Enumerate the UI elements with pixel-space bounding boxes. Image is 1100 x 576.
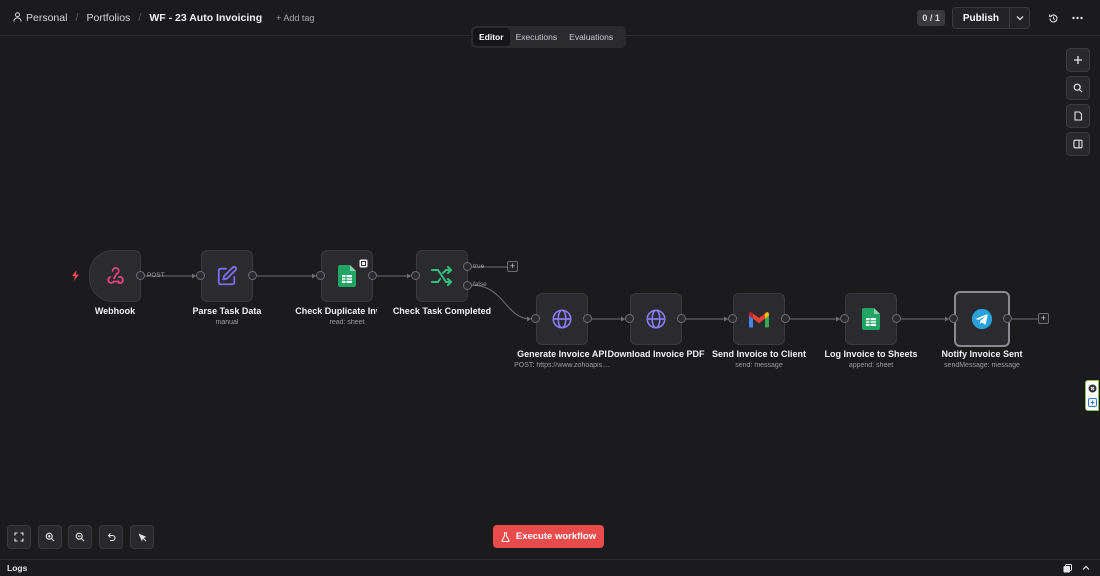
version-counter: 0 / 1 xyxy=(917,10,945,26)
chevron-down-icon xyxy=(1016,16,1023,21)
add-node-true-branch-button[interactable]: + xyxy=(507,261,518,272)
zoom-in-button[interactable] xyxy=(38,525,62,549)
user-icon xyxy=(13,11,22,22)
output-port[interactable] xyxy=(892,314,901,323)
logs-label: Logs xyxy=(7,563,28,573)
undo-button[interactable] xyxy=(99,525,123,549)
more-options-button[interactable] xyxy=(1066,7,1088,29)
node-subtitle: read: sheet xyxy=(329,319,365,326)
output-port[interactable] xyxy=(248,271,257,280)
node-webhook[interactable] xyxy=(89,250,141,302)
globe-icon xyxy=(552,309,572,329)
node-check-task-completed[interactable] xyxy=(416,250,468,302)
edge-label-true: true xyxy=(473,263,485,270)
output-port[interactable] xyxy=(677,314,686,323)
output-port[interactable] xyxy=(583,314,592,323)
history-icon xyxy=(1048,13,1057,22)
node-badge-icon xyxy=(359,255,368,268)
history-button[interactable] xyxy=(1042,7,1064,29)
publish-dropdown-button[interactable] xyxy=(1009,8,1029,28)
fit-view-icon xyxy=(14,532,24,542)
if-branch-icon xyxy=(431,266,452,286)
breadcrumb-portfolios[interactable]: Portfolios xyxy=(87,12,131,24)
node-parse-task-data[interactable] xyxy=(201,250,253,302)
node-label: Send Invoice to Client xyxy=(711,349,806,359)
output-port[interactable] xyxy=(368,271,377,280)
breadcrumb-separator: / xyxy=(138,11,142,24)
node-notify-invoice-sent[interactable] xyxy=(954,291,1010,347)
node-log-invoice-to-sheets[interactable] xyxy=(845,293,897,345)
output-port-false[interactable] xyxy=(463,281,472,290)
google-sheets-icon xyxy=(338,265,356,287)
execute-workflow-button[interactable]: Execute workflow xyxy=(493,525,604,548)
breadcrumb-separator: / xyxy=(75,11,79,24)
node-download-invoice-pdf[interactable] xyxy=(630,293,682,345)
node-label: Parse Task Data xyxy=(192,306,262,316)
workflow-name[interactable]: WF - 23 Auto Invoicing xyxy=(149,12,262,24)
node-send-invoice-to-client[interactable] xyxy=(733,293,785,345)
node-label: Notify Invoice Sent xyxy=(941,349,1023,359)
zoom-out-icon xyxy=(75,532,85,542)
logs-panel-bar[interactable]: Logs xyxy=(0,559,1100,576)
input-port[interactable] xyxy=(949,314,958,323)
add-tag-button[interactable]: + Add tag xyxy=(276,13,314,23)
input-port[interactable] xyxy=(625,314,634,323)
node-generate-invoice-api[interactable] xyxy=(536,293,588,345)
input-port[interactable] xyxy=(840,314,849,323)
publish-button[interactable]: Publish xyxy=(952,8,1009,28)
edge-label-post: POST xyxy=(147,272,165,279)
cursor-icon xyxy=(138,533,146,541)
node-label: Webhook xyxy=(94,306,136,316)
zoom-in-icon xyxy=(45,532,55,542)
gmail-icon xyxy=(749,311,769,327)
input-port[interactable] xyxy=(411,271,420,280)
edit-icon xyxy=(217,265,237,286)
undo-icon xyxy=(107,533,116,542)
select-tool-button[interactable] xyxy=(130,525,154,549)
globe-icon xyxy=(646,309,666,329)
publish-group: Publish xyxy=(951,7,1030,29)
zoom-out-button[interactable] xyxy=(68,525,92,549)
popout-icon[interactable] xyxy=(1063,564,1072,573)
telegram-icon xyxy=(971,308,993,330)
node-subtitle: POST: https://www.zohoapis.... xyxy=(514,362,610,369)
node-subtitle: manual xyxy=(215,319,239,326)
breadcrumb: Personal / Portfolios / WF - 23 Auto Inv… xyxy=(0,12,314,24)
trigger-bolt-icon xyxy=(72,270,79,281)
add-node-end-button[interactable]: + xyxy=(1038,313,1049,324)
fit-view-button[interactable] xyxy=(7,525,31,549)
output-port[interactable] xyxy=(1003,314,1012,323)
webhook-icon xyxy=(107,267,124,284)
node-label: Check Task Completed xyxy=(377,306,507,316)
chevron-up-icon[interactable] xyxy=(1082,565,1090,571)
input-port[interactable] xyxy=(728,314,737,323)
side-widget[interactable] xyxy=(1085,380,1099,411)
input-port[interactable] xyxy=(316,271,325,280)
output-port[interactable] xyxy=(781,314,790,323)
close-circle-icon xyxy=(1088,384,1096,393)
edge-label-false: false xyxy=(473,281,487,288)
breadcrumb-personal[interactable]: Personal xyxy=(13,12,67,24)
flask-icon xyxy=(501,531,510,542)
node-subtitle: sendMessage: message xyxy=(944,362,1020,369)
widget-icon xyxy=(1087,398,1097,408)
google-sheets-icon xyxy=(862,308,880,330)
node-subtitle: send: message xyxy=(735,362,783,369)
output-port-true[interactable] xyxy=(463,262,472,271)
input-port[interactable] xyxy=(196,271,205,280)
more-horizontal-icon xyxy=(1071,16,1083,20)
output-port[interactable] xyxy=(136,271,145,280)
input-port[interactable] xyxy=(531,314,540,323)
